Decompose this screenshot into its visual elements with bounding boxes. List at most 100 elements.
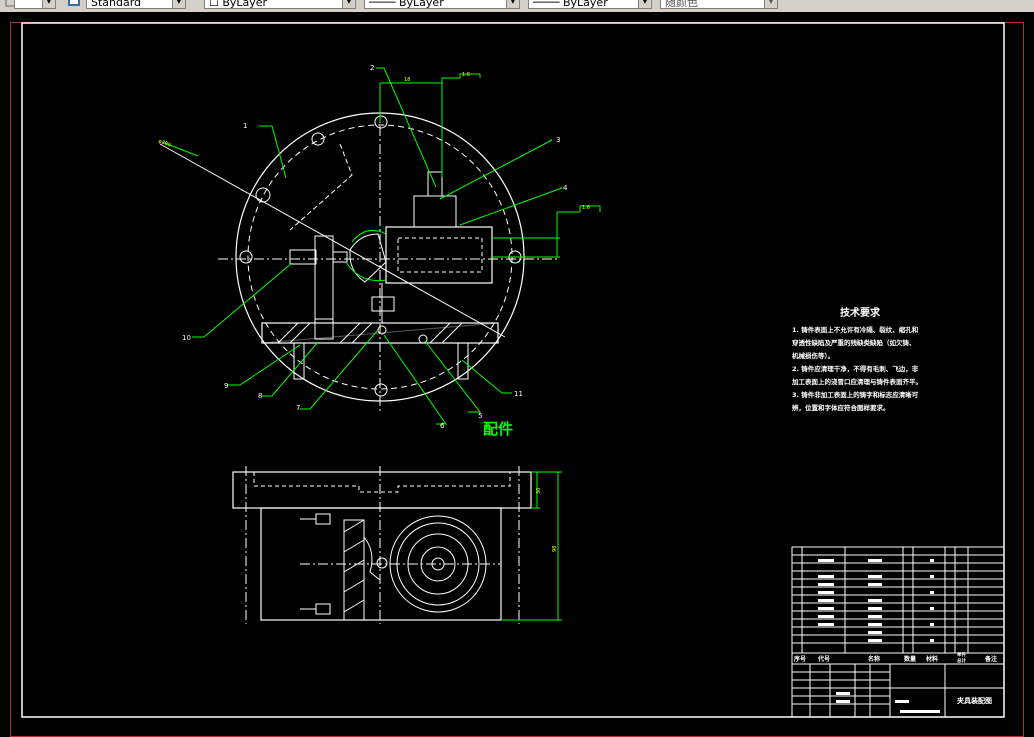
surface-mark-right	[557, 205, 601, 213]
side-hatch-2	[343, 539, 365, 553]
bom-bar	[868, 583, 882, 586]
bom-bar	[930, 575, 934, 578]
bom-bar	[900, 710, 940, 713]
tech-line-7: 辨，位置和字体应符合图样要求。	[792, 403, 890, 412]
leader-3	[439, 139, 553, 200]
leader-6	[383, 334, 447, 425]
surface-mark-top	[442, 73, 481, 79]
linetype-sample-icon: ────	[369, 0, 399, 9]
cad-drawing: 1 2 3 4 5 6 7 8 9 10 11 18 1.6 1.6 φ300 …	[21, 22, 1005, 718]
tech-line-4: 2. 铸件应清理干净，不得有毛刺、飞边，非	[792, 364, 919, 373]
layer-combo[interactable]: ☐ ByLayer ▼	[204, 0, 356, 9]
side-hatch-1	[343, 519, 365, 533]
bom-bar	[895, 700, 909, 703]
side-top-groove	[253, 472, 511, 493]
linetype-value: ByLayer	[399, 0, 444, 9]
text-style-combo[interactable]: Standard ▼	[86, 0, 186, 9]
column-foot	[314, 318, 334, 340]
linetype-combo[interactable]: ──── ByLayer ▼	[364, 0, 520, 9]
dim-right-frame-text: 1.6	[582, 205, 590, 211]
balloon-11: 11	[514, 390, 523, 398]
tb-header-code: 代号	[817, 655, 830, 663]
side-profile	[363, 536, 381, 581]
tb-header-qty: 数量	[904, 655, 916, 663]
balloon-1: 1	[243, 122, 247, 130]
hole-bottom	[374, 383, 388, 397]
bom-bar	[818, 591, 834, 594]
bom-bar	[868, 631, 882, 634]
tb-header-total: 总计	[957, 657, 966, 664]
view-label: 配件	[483, 420, 513, 438]
tech-line-5: 加工表面上的浇冒口应清理与铸件表面齐平。	[791, 377, 922, 386]
bom-bar	[868, 559, 882, 562]
dim-labels: 18 1.6 1.6 φ300	[157, 72, 590, 211]
bom-bar	[818, 575, 834, 578]
balloon-2: 2	[370, 64, 374, 72]
bom-bar	[868, 607, 882, 610]
leader-7	[300, 329, 379, 410]
bom-bar	[930, 607, 934, 610]
balloon-8: 8	[258, 392, 262, 400]
balloon-4: 4	[563, 184, 568, 192]
bom-bar	[818, 615, 834, 618]
side-dim-labels: 30 98	[536, 488, 558, 552]
lineweight-value: ByLayer	[563, 0, 608, 9]
sector-outline	[289, 143, 353, 231]
side-top-plate	[232, 471, 532, 509]
hole-leftmid	[239, 250, 253, 264]
clamp-body	[413, 195, 457, 228]
side-dim-text-a: 30	[536, 488, 542, 494]
side-screw-top	[315, 513, 331, 525]
side-screw-bot	[315, 603, 331, 615]
screw-left	[289, 249, 317, 265]
tech-line-2: 穿透性缺陷及严重的残缺类缺陷（如欠铸、	[792, 338, 916, 347]
title-block-frame	[791, 546, 1005, 718]
bom-bar	[868, 623, 882, 626]
tech-line-1: 1. 铸件表面上不允许有冷隔、裂纹、缩孔和	[792, 325, 918, 334]
balloon-3: 3	[556, 136, 560, 144]
side-dim-text-b: 98	[552, 546, 558, 552]
bom-content-bars	[818, 559, 940, 713]
bom-bar	[868, 575, 882, 578]
tb-header-remark: 备注	[984, 655, 997, 663]
screw-bottom	[371, 296, 395, 312]
layer-swatch-icon: ☐	[209, 0, 223, 9]
tb-header-single: 单件	[957, 651, 966, 658]
bom-bar	[836, 700, 850, 703]
leader-9	[228, 344, 301, 386]
plot-style-value: 随颜色	[665, 0, 698, 9]
hole-left	[255, 187, 271, 203]
plot-style-combo[interactable]: 随颜色 ▼	[660, 0, 778, 9]
style-combo-left[interactable]: ▼	[14, 0, 56, 9]
bom-bar	[868, 639, 882, 642]
balloon-6: 6	[440, 422, 445, 430]
tech-requirements: 技术要求 1. 铸件表面上不允许有冷隔、裂纹、缩孔和 穿透性缺陷及严重的残缺类缺…	[791, 306, 922, 412]
title-block	[791, 546, 1005, 718]
lineweight-combo[interactable]: ──── ByLayer ▼	[528, 0, 652, 9]
bom-bar	[836, 692, 850, 695]
cylinder	[385, 226, 493, 284]
balloon-10: 10	[182, 334, 191, 342]
tech-line-6: 3. 铸件非加工表面上的铸字和标志应清晰可	[792, 390, 919, 399]
balloon-7: 7	[296, 404, 300, 412]
dim-top-text: 18	[404, 77, 410, 83]
tb-header-name: 名称	[868, 655, 880, 663]
layer-value: ByLayer	[222, 0, 268, 9]
bom-bar	[930, 639, 934, 642]
bom-bar	[930, 559, 934, 562]
bom-bar	[868, 599, 882, 602]
bom-bar	[818, 599, 834, 602]
balloon-labels: 1 2 3 4 5 6 7 8 9 10 11	[182, 64, 568, 430]
leader-4	[459, 187, 563, 226]
hole-top	[374, 115, 388, 129]
bom-bar	[930, 623, 934, 626]
hatch-f	[441, 322, 463, 344]
text-style-icon[interactable]	[67, 0, 81, 8]
tech-title: 技术要求	[840, 306, 881, 319]
drawing-canvas[interactable]: 1 2 3 4 5 6 7 8 9 10 11 18 1.6 1.6 φ300 …	[0, 12, 1034, 737]
bom-bar	[930, 591, 934, 594]
side-hatch-4	[343, 579, 365, 593]
hole-topleft	[311, 132, 325, 146]
bom-bar	[818, 607, 834, 610]
hatch-e	[429, 322, 451, 344]
